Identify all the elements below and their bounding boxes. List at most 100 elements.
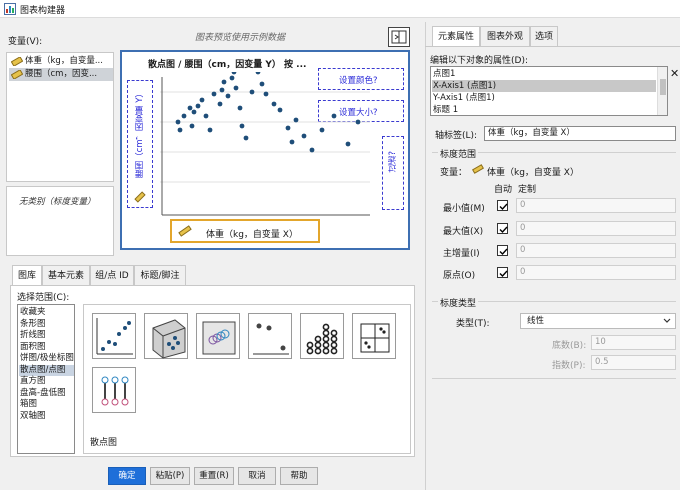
choose-from-label: 选择范围(C):	[17, 293, 70, 303]
origin-custom-input[interactable]: 0	[516, 265, 676, 280]
major-increment-custom-input[interactable]: 0	[516, 243, 676, 258]
scatter-matrix-icon	[360, 323, 390, 353]
scatter-point	[199, 97, 205, 103]
category-item-selected[interactable]: 散点图/点图	[19, 364, 74, 376]
variable-label: 变量：	[440, 168, 468, 178]
tab-gallery[interactable]: 图库	[12, 265, 42, 285]
stacked-dot-thumb[interactable]	[300, 313, 344, 359]
scatter-point	[309, 147, 315, 153]
category-item[interactable]: 箱图	[19, 399, 74, 411]
3d-scatter-thumb[interactable]	[144, 313, 188, 359]
base-input[interactable]: 10	[591, 335, 676, 350]
scatter-point	[355, 119, 361, 125]
tab-options[interactable]: 选项	[530, 26, 558, 46]
object-item[interactable]: 点图1	[432, 68, 656, 80]
category-item[interactable]: 饼图/极坐标图	[19, 353, 74, 365]
variable-item-waist[interactable]: 腰围（cm，因变...	[9, 68, 113, 81]
max-custom-input[interactable]: 0	[516, 221, 676, 236]
chevron-down-icon	[663, 318, 671, 323]
ok-button[interactable]: 确定	[108, 467, 146, 485]
ruler-icon	[178, 225, 192, 237]
object-item-selected[interactable]: X-Axis1 (点图1)	[432, 80, 656, 92]
scatter-points	[175, 72, 361, 153]
scale-range-label: 标度范围	[438, 147, 479, 160]
object-list-scrollbar[interactable]	[657, 67, 667, 115]
panel-divider	[432, 378, 676, 379]
scatter-point	[319, 127, 325, 133]
category-item[interactable]: 收藏夹	[19, 307, 74, 319]
category-item[interactable]: 折线图	[19, 330, 74, 342]
ruler-icon	[11, 70, 23, 79]
gallery-panel: 选择范围(C): 收藏夹 条形图 折线图 面积图 饼图/极坐标图 散点图/点图 …	[10, 285, 415, 457]
axis-label-label: 轴标签(L):	[435, 131, 478, 141]
chart-builder-icon	[4, 3, 16, 15]
scrollbar-thumb[interactable]	[660, 79, 666, 95]
scatter-point	[243, 135, 249, 141]
simple-scatter-thumb[interactable]	[92, 313, 136, 359]
exponent-input[interactable]: 0.5	[591, 355, 676, 370]
scatter-point	[249, 89, 255, 95]
category-item[interactable]: 盘高-盘低图	[19, 388, 74, 400]
object-item[interactable]: Y-Axis1 (点图1)	[432, 92, 656, 104]
min-auto-checkbox[interactable]	[497, 200, 508, 211]
dot-plot-thumb[interactable]	[248, 313, 292, 359]
scatter-point	[219, 87, 225, 93]
category-item[interactable]: 条形图	[19, 319, 74, 331]
scatter-point	[301, 133, 307, 139]
title-bar: 图表构建器	[0, 0, 680, 18]
scatter-point	[233, 85, 239, 91]
help-button[interactable]: 帮助	[280, 467, 318, 485]
axis-label-input[interactable]: 体重（kg，自变量 X）	[484, 126, 676, 141]
window-title: 图表构建器	[20, 6, 66, 16]
chart-type-thumbnails: 散点图	[83, 304, 411, 454]
scatter-point	[217, 101, 223, 107]
chart-category-list[interactable]: 收藏夹 条形图 折线图 面积图 饼图/极坐标图 散点图/点图 直方图 盘高-盘低…	[17, 304, 75, 454]
check-icon	[499, 226, 508, 234]
scatter-point	[285, 125, 291, 131]
cancel-button[interactable]: 取消	[238, 467, 276, 485]
reset-button[interactable]: 重置(R)	[194, 467, 234, 485]
paste-button[interactable]: 粘贴(P)	[150, 467, 190, 485]
category-item[interactable]: 直方图	[19, 376, 74, 388]
gallery-caption: 散点图	[90, 438, 118, 448]
scatter-matrix-thumb[interactable]	[352, 313, 396, 359]
object-item[interactable]: 标题 1	[432, 104, 656, 115]
drop-line-thumb[interactable]	[92, 367, 136, 413]
variable-item-weight[interactable]: 体重（kg，自变量...	[9, 55, 113, 68]
filter-dropzone[interactable]: 过滤?	[382, 136, 404, 210]
check-icon	[499, 248, 508, 256]
scatter-plot	[160, 72, 370, 216]
grouped-scatter-thumb[interactable]	[196, 313, 240, 359]
object-list[interactable]: 点图1 X-Axis1 (点图1) Y-Axis1 (点图1) 标题 1	[430, 66, 668, 116]
auto-label: 自动	[494, 185, 513, 195]
scatter-point	[175, 119, 181, 125]
drop-line-icon	[101, 376, 129, 406]
tab-basic-elements[interactable]: 基本元素	[42, 265, 90, 285]
ruler-icon	[134, 191, 146, 203]
scatter-point	[203, 113, 209, 119]
y-axis-dropzone[interactable]: 腰围（cm，因变量 Y）	[127, 80, 153, 208]
swap-axes-button[interactable]	[388, 27, 410, 47]
category-item[interactable]: 双轴图	[19, 411, 74, 423]
category-item[interactable]: 面积图	[19, 342, 74, 354]
variables-label: 变量(V):	[8, 37, 43, 47]
tab-element-properties[interactable]: 元素属性	[432, 26, 480, 46]
check-icon	[499, 270, 508, 278]
max-auto-checkbox[interactable]	[497, 223, 508, 234]
x-axis-dropzone[interactable]: 体重（kg，自变量 X）	[170, 219, 320, 243]
variable-value: 体重（kg，自变量 X）	[487, 168, 579, 178]
origin-auto-checkbox[interactable]	[497, 267, 508, 278]
min-custom-input[interactable]: 0	[516, 198, 676, 213]
variable-list[interactable]: 体重（kg，自变量... 腰围（cm，因变...	[6, 52, 114, 182]
scatter-point	[207, 127, 213, 133]
scatter-point	[189, 123, 195, 129]
scale-type-select[interactable]: 线性	[520, 313, 676, 329]
scatter-point	[221, 79, 227, 85]
tab-titles-footnotes[interactable]: 标题/脚注	[134, 265, 186, 285]
tab-groups-point-id[interactable]: 组/点 ID	[90, 265, 134, 285]
tab-chart-appearance[interactable]: 图表外观	[480, 26, 530, 46]
delete-icon[interactable]: ✕	[670, 68, 680, 80]
scatter-point	[237, 105, 243, 111]
scatter-point	[191, 109, 197, 115]
major-increment-auto-checkbox[interactable]	[497, 245, 508, 256]
